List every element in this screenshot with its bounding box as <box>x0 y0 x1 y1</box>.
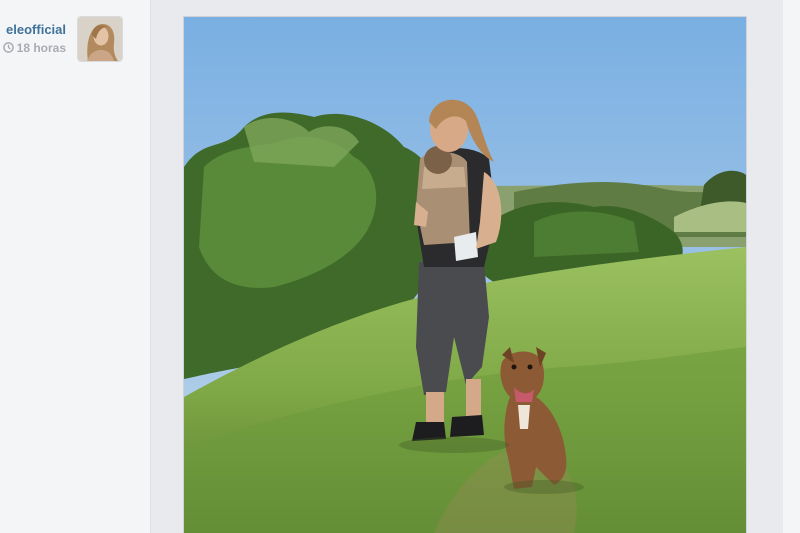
post-timestamp-label: 18 horas <box>16 41 66 55</box>
post-username-link[interactable]: eleofficial <box>0 22 66 37</box>
user-avatar[interactable] <box>78 17 122 61</box>
post-photo[interactable] <box>184 17 746 533</box>
post-timestamp[interactable]: 18 horas <box>0 41 66 56</box>
right-margin <box>783 0 800 533</box>
post-header-panel: eleofficial 18 horas <box>0 0 150 533</box>
clock-icon <box>2 42 14 56</box>
